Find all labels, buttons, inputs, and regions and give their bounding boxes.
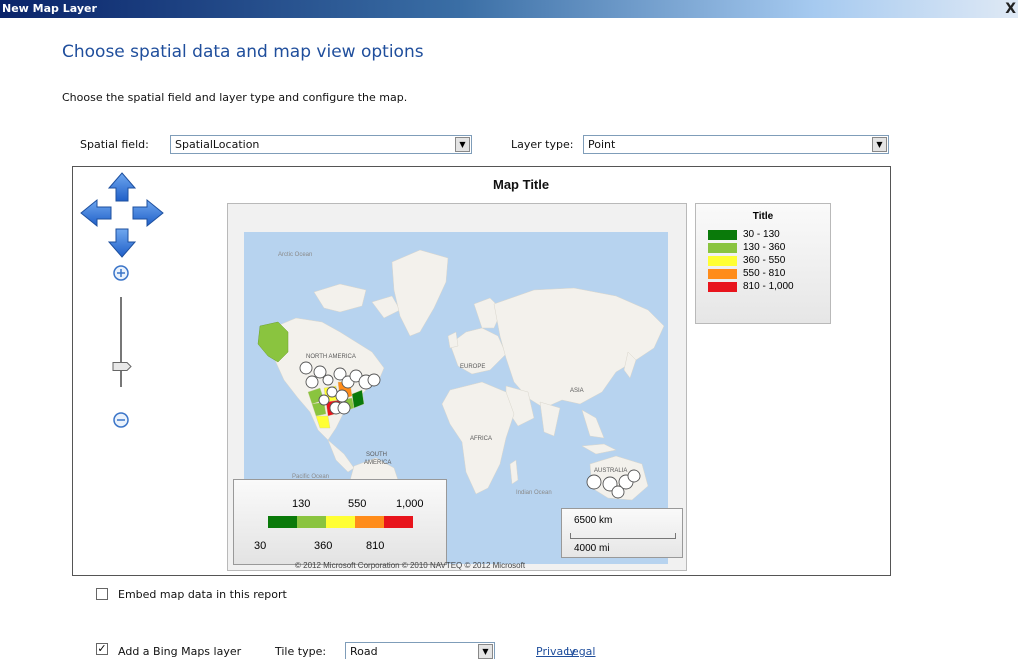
map-title: Map Title — [493, 177, 550, 192]
map-attribution: © 2012 Microsoft Corporation © 2010 NAVT… — [295, 561, 526, 570]
map-legend: Title 30 - 130 130 - 360 360 - 550 550 -… — [695, 203, 831, 324]
window-title: New Map Layer — [2, 2, 97, 15]
pan-down-icon[interactable] — [107, 228, 137, 258]
embed-map-data-checkbox[interactable] — [96, 588, 108, 600]
color-scale-band — [355, 516, 384, 528]
legend-label: 30 - 130 — [743, 229, 780, 240]
label-asia: ASIA — [570, 388, 584, 394]
distance-scale-km: 6500 km — [574, 515, 613, 526]
label-europe: EUROPE — [460, 364, 485, 370]
label-australia: AUSTRALIA — [594, 468, 627, 474]
tile-type-select[interactable]: Road ▼ — [345, 642, 495, 659]
label-south-america-1: SOUTH — [366, 452, 387, 458]
legend-swatch — [708, 269, 737, 279]
bing-maps-label: Add a Bing Maps layer — [118, 645, 242, 658]
spatial-field-select[interactable]: SpatialLocation ▼ — [170, 135, 472, 154]
legend-label: 360 - 550 — [743, 255, 786, 266]
zoom-in-icon[interactable] — [113, 265, 129, 281]
legend-label: 550 - 810 — [743, 268, 786, 279]
label-north-america: NORTH AMERICA — [306, 354, 356, 360]
pan-left-icon[interactable] — [80, 198, 112, 228]
legend-label: 130 - 360 — [743, 242, 786, 253]
color-scale-top-label: 1,000 — [396, 498, 424, 510]
color-scale-top-label: 130 — [292, 498, 311, 510]
legend-swatch — [708, 230, 737, 240]
page-subheading: Choose the spatial field and layer type … — [62, 91, 408, 104]
color-scale-band — [268, 516, 297, 528]
zoom-slider-thumb[interactable] — [112, 362, 132, 371]
pan-right-icon[interactable] — [132, 198, 164, 228]
legend-swatch — [708, 256, 737, 266]
color-scale-band — [297, 516, 326, 528]
layer-type-label: Layer type: — [511, 138, 574, 151]
legend-swatch — [708, 282, 737, 292]
color-scale-bottom-label: 360 — [314, 540, 333, 552]
legend-title: Title — [752, 211, 774, 222]
zoom-out-icon[interactable] — [113, 412, 129, 428]
legend-label: 810 - 1,000 — [743, 281, 794, 292]
window-title-bar: New Map Layer X — [0, 0, 1018, 18]
legend-swatch — [708, 243, 737, 253]
label-africa: AFRICA — [470, 436, 492, 442]
label-indian-ocean: Indian Ocean — [516, 490, 552, 496]
map-preview: Map Title Arctic Ocean NORTH AMERICA EUR… — [72, 166, 891, 576]
bing-maps-checkbox[interactable]: ✓ — [96, 643, 108, 655]
layer-type-select[interactable]: Point ▼ — [583, 135, 889, 154]
color-scale-bottom-label: 810 — [366, 540, 385, 552]
color-scale: 130 550 1,000 30 360 810 — [233, 479, 447, 565]
color-scale-band — [326, 516, 355, 528]
chevron-down-icon[interactable]: ▼ — [478, 644, 493, 659]
distance-scale: 6500 km 4000 mi — [561, 508, 683, 558]
tile-type-label: Tile type: — [275, 645, 327, 658]
label-arctic-ocean: Arctic Ocean — [278, 252, 312, 258]
pan-up-icon[interactable] — [107, 172, 137, 202]
embed-map-data-label: Embed map data in this report — [118, 588, 287, 601]
chevron-down-icon[interactable]: ▼ — [872, 137, 887, 152]
color-scale-top-label: 550 — [348, 498, 367, 510]
close-button[interactable]: X — [1005, 1, 1016, 17]
color-scale-band — [384, 516, 413, 528]
pan-control — [80, 172, 164, 258]
label-south-america-2: AMERICA — [364, 460, 391, 466]
chevron-down-icon[interactable]: ▼ — [455, 137, 470, 152]
distance-scale-mi: 4000 mi — [574, 543, 610, 554]
legal-link[interactable]: Legal — [566, 645, 595, 658]
distance-scale-line — [570, 533, 676, 539]
zoom-control — [112, 265, 132, 428]
spatial-field-value: SpatialLocation — [175, 138, 260, 151]
tile-type-value: Road — [350, 645, 378, 658]
color-scale-bottom-label: 30 — [254, 540, 267, 552]
page-heading: Choose spatial data and map view options — [62, 42, 424, 62]
spatial-field-label: Spatial field: — [80, 138, 149, 151]
layer-type-value: Point — [588, 138, 616, 151]
